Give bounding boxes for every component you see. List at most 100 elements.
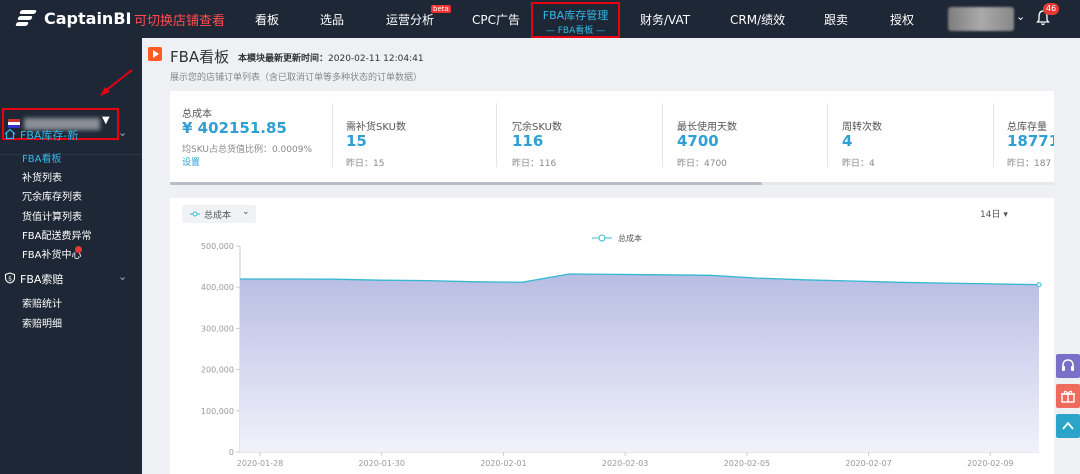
stat-yesterday: 昨日：4700 <box>677 159 727 169</box>
y-tick-label: 200,000 <box>201 366 234 375</box>
total-cost-value: ¥ 402151.85 <box>182 119 287 137</box>
stats-scrollbar[interactable] <box>170 182 1054 185</box>
nav-crm[interactable]: CRM/绩效 <box>730 11 785 28</box>
nav-product-selection[interactable]: 选品 <box>320 11 344 28</box>
chevron-down-icon: ⌄ <box>118 270 128 283</box>
sidebar-group-fba-inventory[interactable]: FBA库存-新 ⌄ <box>0 124 142 146</box>
nav-hijack[interactable]: 跟卖 <box>824 11 848 28</box>
chevron-up-icon <box>1062 421 1074 430</box>
legend-marker <box>598 234 606 242</box>
x-tick-label: 2020-02-01 <box>480 459 527 468</box>
data-point <box>1036 282 1042 288</box>
nav-authorization[interactable]: 授权 <box>890 11 914 28</box>
back-to-top-button[interactable] <box>1056 414 1080 438</box>
stat-yesterday: 昨日：4 <box>842 159 875 169</box>
update-time-label: 本模块最新更新时间： <box>238 54 329 64</box>
sidebar-item-excess-inventory[interactable]: 冗余库存列表 <box>22 188 82 203</box>
sidebar-item-value-calc[interactable]: 货值计算列表 <box>22 208 82 223</box>
sidebar-group-label: FBA索赔 <box>20 273 64 286</box>
stat-value: 116 <box>512 132 544 150</box>
user-avatar[interactable] <box>948 7 1014 31</box>
stats-card: 总成本 ¥ 402151.85 均SKU占总货值比例：0.0009% 设置 需补… <box>170 91 1054 185</box>
page-title: FBA看板 <box>170 48 230 66</box>
stat-label: 周转次数 <box>842 122 882 133</box>
nav-operations-analysis[interactable]: 运营分析 <box>386 11 434 28</box>
stat-yesterday: 昨日：15 <box>346 159 385 169</box>
stat-value: 18771 <box>1007 132 1054 150</box>
update-time: 本模块最新更新时间：2020-02-11 12:04:41 <box>238 51 424 64</box>
sidebar-item-fba-dashboard[interactable]: FBA看板 <box>22 150 61 165</box>
chart-card: 总成本 ⌄ 14日 ▾ 总成本 0 100,000 200,000 300,000 400… <box>170 198 1054 474</box>
stat-divider <box>662 103 663 167</box>
app-logo[interactable]: CaptainBI <box>15 8 132 28</box>
stat-yesterday: 昨日：187 <box>1007 159 1052 169</box>
line-legend-icon <box>190 211 200 217</box>
beta-badge: beta <box>431 5 451 13</box>
x-tick-label: 2020-02-09 <box>967 459 1014 468</box>
metric-select[interactable]: 总成本 ⌄ <box>182 205 256 223</box>
metric-select-label: 总成本 <box>204 211 232 221</box>
notification-badge: 46 <box>1043 3 1060 15</box>
y-tick-label: 300,000 <box>201 324 234 333</box>
top-navbar: CaptainBI 可切换店铺查看 看板 选品 运营分析 beta CPC广告 … <box>0 0 1080 38</box>
gift-icon <box>1061 390 1075 403</box>
stat-label: 总库存量 <box>1007 122 1047 133</box>
settings-link[interactable]: 设置 <box>182 155 200 168</box>
app-name: CaptainBI <box>44 8 132 28</box>
svg-text:$: $ <box>8 275 12 282</box>
sidebar-item-replenish-list[interactable]: 补货列表 <box>22 169 62 184</box>
total-cost-label: 总成本 <box>182 109 212 120</box>
x-tick-label: 2020-02-07 <box>845 459 892 468</box>
sidebar-item-replenish-center[interactable]: FBA补货中心 <box>22 246 81 261</box>
nav-fba-dashboard-sublabel: — FBA看板 — <box>545 26 606 36</box>
main-content: FBA看板 本模块最新更新时间：2020-02-11 12:04:41 展示您的… <box>142 38 1080 474</box>
nav-dashboard[interactable]: 看板 <box>255 11 279 28</box>
stat-label: 冗余SKU数 <box>512 122 562 133</box>
stat-yesterday: 昨日：116 <box>512 159 557 169</box>
y-tick-label: 0 <box>229 448 234 457</box>
gift-button[interactable] <box>1056 384 1080 408</box>
stat-divider <box>332 103 333 167</box>
x-tick-label: 2020-02-05 <box>724 459 771 468</box>
stat-divider <box>496 103 497 167</box>
stat-value: 4700 <box>677 132 719 150</box>
sidebar-item-claim-details[interactable]: 索赔明细 <box>22 315 62 330</box>
sidebar-group-fba-claims[interactable]: $ FBA索赔 ⌄ <box>0 268 142 290</box>
chevron-down-icon: ⌄ <box>118 126 128 139</box>
y-tick-label: 400,000 <box>201 283 234 292</box>
total-cost-chart: 总成本 0 100,000 200,000 300,000 400,000 500,000 2… <box>201 233 1042 468</box>
home-icon <box>4 128 16 140</box>
red-arrow-annotation <box>100 69 133 96</box>
sidebar-item-fee-anomaly[interactable]: FBA配送费异常 <box>22 227 91 242</box>
nav-finance-vat[interactable]: 财务/VAT <box>640 11 690 28</box>
sku-ratio-text: 均SKU占总货值比例：0.0009% <box>182 145 313 155</box>
legend-label: 总成本 <box>618 233 642 243</box>
x-tick-label: 2020-01-28 <box>237 459 284 468</box>
new-indicator-dot <box>75 246 82 253</box>
headset-icon <box>1062 359 1074 371</box>
stat-divider <box>993 103 994 167</box>
sidebar: ▼ FBA库存-新 ⌄ FBA看板 补货列表 冗余库存列表 货值计算列表 FBA… <box>0 38 142 474</box>
stat-divider <box>827 103 828 167</box>
y-tick-label: 500,000 <box>201 242 234 251</box>
chevron-down-icon: ⌄ <box>242 207 250 217</box>
x-tick-label: 2020-02-03 <box>602 459 649 468</box>
stats-scrollbar-thumb[interactable] <box>170 182 762 185</box>
nav-cpc-ads[interactable]: CPC广告 <box>472 11 520 28</box>
shield-icon: $ <box>4 272 16 284</box>
stat-value: 15 <box>346 132 367 150</box>
support-button[interactable] <box>1056 354 1080 378</box>
stat-label: 需补货SKU数 <box>346 122 406 133</box>
play-icon <box>148 47 162 61</box>
date-range-select[interactable]: 14日 ▾ <box>980 207 1008 220</box>
stat-label: 最长使用天数 <box>677 122 737 133</box>
x-tick-label: 2020-01-30 <box>358 459 405 468</box>
nav-fba-inventory[interactable]: FBA库存管理 — FBA看板 — <box>531 2 620 38</box>
stat-total-inventory: 总库存量 18771 昨日：187 <box>1007 91 1054 185</box>
nav-fba-inventory-label: FBA库存管理 <box>542 9 609 22</box>
user-menu-caret[interactable]: ⌄ <box>1016 10 1025 23</box>
captainbi-logo-icon <box>15 8 38 28</box>
sidebar-item-claim-stats[interactable]: 索赔统计 <box>22 295 62 310</box>
page-subtitle: 展示您的店铺订单列表（含已取消订单等多种状态的订单数据） <box>170 73 423 83</box>
update-time-value: 2020-02-11 12:04:41 <box>328 54 424 64</box>
